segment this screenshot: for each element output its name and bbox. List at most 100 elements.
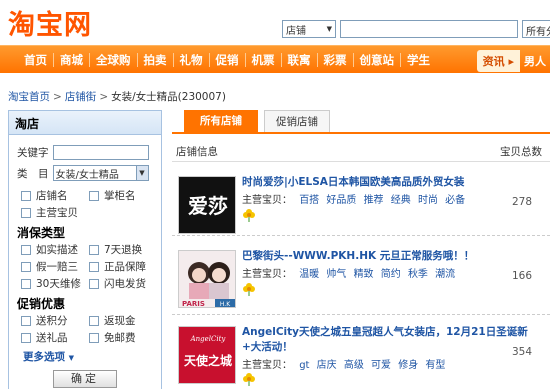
caret-right-icon: ▸ — [508, 55, 514, 68]
main-items-label: 主营宝贝： — [242, 360, 292, 371]
col-item-total: 宝贝总数 — [500, 146, 542, 158]
tag-link[interactable]: 帅气 — [326, 269, 346, 280]
checkbox[interactable] — [89, 244, 99, 255]
checkbox[interactable] — [21, 315, 31, 326]
tag-link[interactable]: 时尚 — [418, 195, 438, 206]
promo-option[interactable]: 送礼品 — [21, 330, 68, 345]
category-scope-select[interactable]: 所有分 — [522, 20, 550, 38]
tag-link[interactable]: 店庆 — [317, 360, 337, 371]
promo-label: 送积分 — [36, 315, 68, 327]
search-scope-select[interactable]: 店铺 ▼ — [282, 20, 336, 38]
checkbox[interactable] — [89, 278, 99, 289]
nav-item-global[interactable]: 全球购 — [90, 52, 138, 67]
tag-link[interactable]: 修身 — [398, 360, 418, 371]
col-shop-info: 店铺信息 — [176, 146, 218, 158]
xiaobao-option[interactable]: 如实描述 — [21, 242, 78, 257]
tag-link[interactable]: 好品质 — [326, 195, 356, 206]
tag-link[interactable]: 简约 — [381, 269, 401, 280]
search-bar: 店铺 ▼ 所有分 — [282, 20, 550, 38]
opt-shopname[interactable]: 店铺名 — [21, 188, 68, 203]
xiaobao-option[interactable]: 假一赔三 — [21, 259, 78, 274]
nav-tab-news-label: 资讯 — [482, 55, 505, 68]
tag-link[interactable]: 精致 — [354, 269, 374, 280]
xiaobao-option[interactable]: 正品保障 — [89, 259, 146, 274]
opt-mainitem[interactable]: 主营宝贝 — [21, 205, 78, 220]
promo-label: 送礼品 — [36, 332, 68, 344]
confirm-button[interactable]: 确定 — [53, 370, 117, 388]
promo-label: 返现金 — [104, 315, 136, 327]
nav-item-lianyu[interactable]: 联寓 — [282, 52, 318, 67]
breadcrumb-home[interactable]: 淘宝首页 — [8, 91, 50, 103]
checkbox[interactable] — [89, 332, 99, 343]
category-select[interactable]: 女装/女士精品 ▼ — [52, 165, 149, 181]
more-options-link[interactable]: 更多选项 ▼ — [23, 349, 74, 364]
tag-link[interactable]: 高级 — [344, 360, 364, 371]
chevron-down-icon: ▼ — [326, 25, 332, 33]
nav-item-promo[interactable]: 促销 — [210, 52, 246, 67]
nav-tab-news[interactable]: 资讯 ▸ — [476, 50, 520, 72]
tag-link[interactable]: 百搭 — [299, 195, 319, 206]
promo-option[interactable]: 返现金 — [89, 313, 136, 328]
nav-item-student[interactable]: 学生 — [401, 53, 436, 67]
shop-name-link[interactable]: 巴黎街头--WWW.PKH.HK 元旦正常服务哦！！ — [242, 249, 546, 264]
nav-tab-men[interactable]: 男人 — [520, 50, 550, 72]
tag-link[interactable]: 必备 — [445, 195, 465, 206]
promo-option[interactable]: 免邮费 — [89, 330, 136, 345]
nav-item-auction[interactable]: 拍卖 — [138, 52, 174, 67]
checkbox[interactable] — [21, 244, 31, 255]
xiaobao-option[interactable]: 7天退换 — [89, 242, 142, 257]
promo-label: 免邮费 — [104, 332, 136, 344]
nav-item-flights[interactable]: 机票 — [246, 52, 282, 67]
category-row: 类 目 女装/女士精品 ▼ — [17, 165, 149, 181]
tag-link[interactable]: 经典 — [391, 195, 411, 206]
checkbox[interactable] — [21, 278, 31, 289]
tag-link[interactable]: 推荐 — [364, 195, 384, 206]
thumb-badge: H.K — [220, 301, 231, 308]
main-items-label: 主营宝贝： — [242, 269, 292, 280]
xiaobao-option[interactable]: 闪电发货 — [89, 276, 146, 291]
item-count: 354 — [511, 346, 532, 358]
shop-logo-image: PARIS H.K — [179, 251, 235, 308]
nav-item-lottery[interactable]: 彩票 — [318, 52, 354, 67]
taobao-logo[interactable]: 淘宝网 — [8, 3, 92, 42]
nav-item-home[interactable]: 首页 — [18, 52, 54, 67]
breadcrumb: 淘宝首页 > 店铺街 > 女装/女士精品(230007) — [8, 89, 226, 104]
checkbox[interactable] — [21, 190, 31, 201]
nav-item-gifts[interactable]: 礼物 — [174, 52, 210, 67]
shop-name-link[interactable]: 时尚爱莎|小ELSA日本韩国欧美高品质外贸女装 — [242, 175, 546, 190]
checkbox[interactable] — [21, 207, 31, 218]
promo-option[interactable]: 送积分 — [21, 313, 68, 328]
checkbox[interactable] — [89, 190, 99, 201]
tag-link[interactable]: 有型 — [425, 360, 445, 371]
list-header: 店铺信息 宝贝总数 — [172, 142, 550, 162]
nav-item-creative[interactable]: 创意站 — [354, 52, 401, 67]
opt-mainitem-label: 主营宝贝 — [36, 207, 78, 219]
shop-thumbnail[interactable]: PARIS H.K — [178, 250, 236, 308]
shop-thumbnail[interactable]: AngelCity 天使之城 — [178, 326, 236, 384]
tag-link[interactable]: gt — [299, 360, 309, 371]
opt-keeper[interactable]: 掌柜名 — [89, 188, 136, 203]
checkbox[interactable] — [21, 261, 31, 272]
thumb-text: 爱莎 — [188, 194, 228, 218]
xiaobao-option[interactable]: 30天维修 — [21, 276, 81, 291]
breadcrumb-shops[interactable]: 店铺街 — [65, 91, 97, 103]
tag-link[interactable]: 潮流 — [435, 269, 455, 280]
search-input[interactable] — [340, 20, 518, 38]
checkbox[interactable] — [89, 261, 99, 272]
shop-thumbnail[interactable]: 爱莎 — [178, 176, 236, 234]
main-items-label: 主营宝贝： — [242, 195, 292, 206]
tag-link[interactable]: 可爱 — [371, 360, 391, 371]
search-scope-value: 店铺 — [286, 25, 306, 37]
shop-name-link[interactable]: AngelCity天使之城五皇冠超人气女装店，12月21日圣诞新+大活动！ — [242, 325, 546, 355]
tab-promo-shops[interactable]: 促销店铺 — [264, 110, 330, 132]
tab-all-shops[interactable]: 所有店铺 — [184, 110, 258, 132]
item-count: 166 — [511, 270, 532, 282]
checkbox[interactable] — [89, 315, 99, 326]
tag-link[interactable]: 秋季 — [408, 269, 428, 280]
nav-item-mall[interactable]: 商城 — [54, 52, 90, 67]
keyword-input[interactable] — [52, 145, 149, 160]
tag-link[interactable]: 温暖 — [299, 269, 319, 280]
checkbox[interactable] — [21, 332, 31, 343]
category-label: 类 目 — [17, 167, 49, 180]
shop-row: PARIS H.K 巴黎街头--WWW.PKH.HK 元旦正常服务哦！！ 主营宝… — [172, 237, 550, 315]
